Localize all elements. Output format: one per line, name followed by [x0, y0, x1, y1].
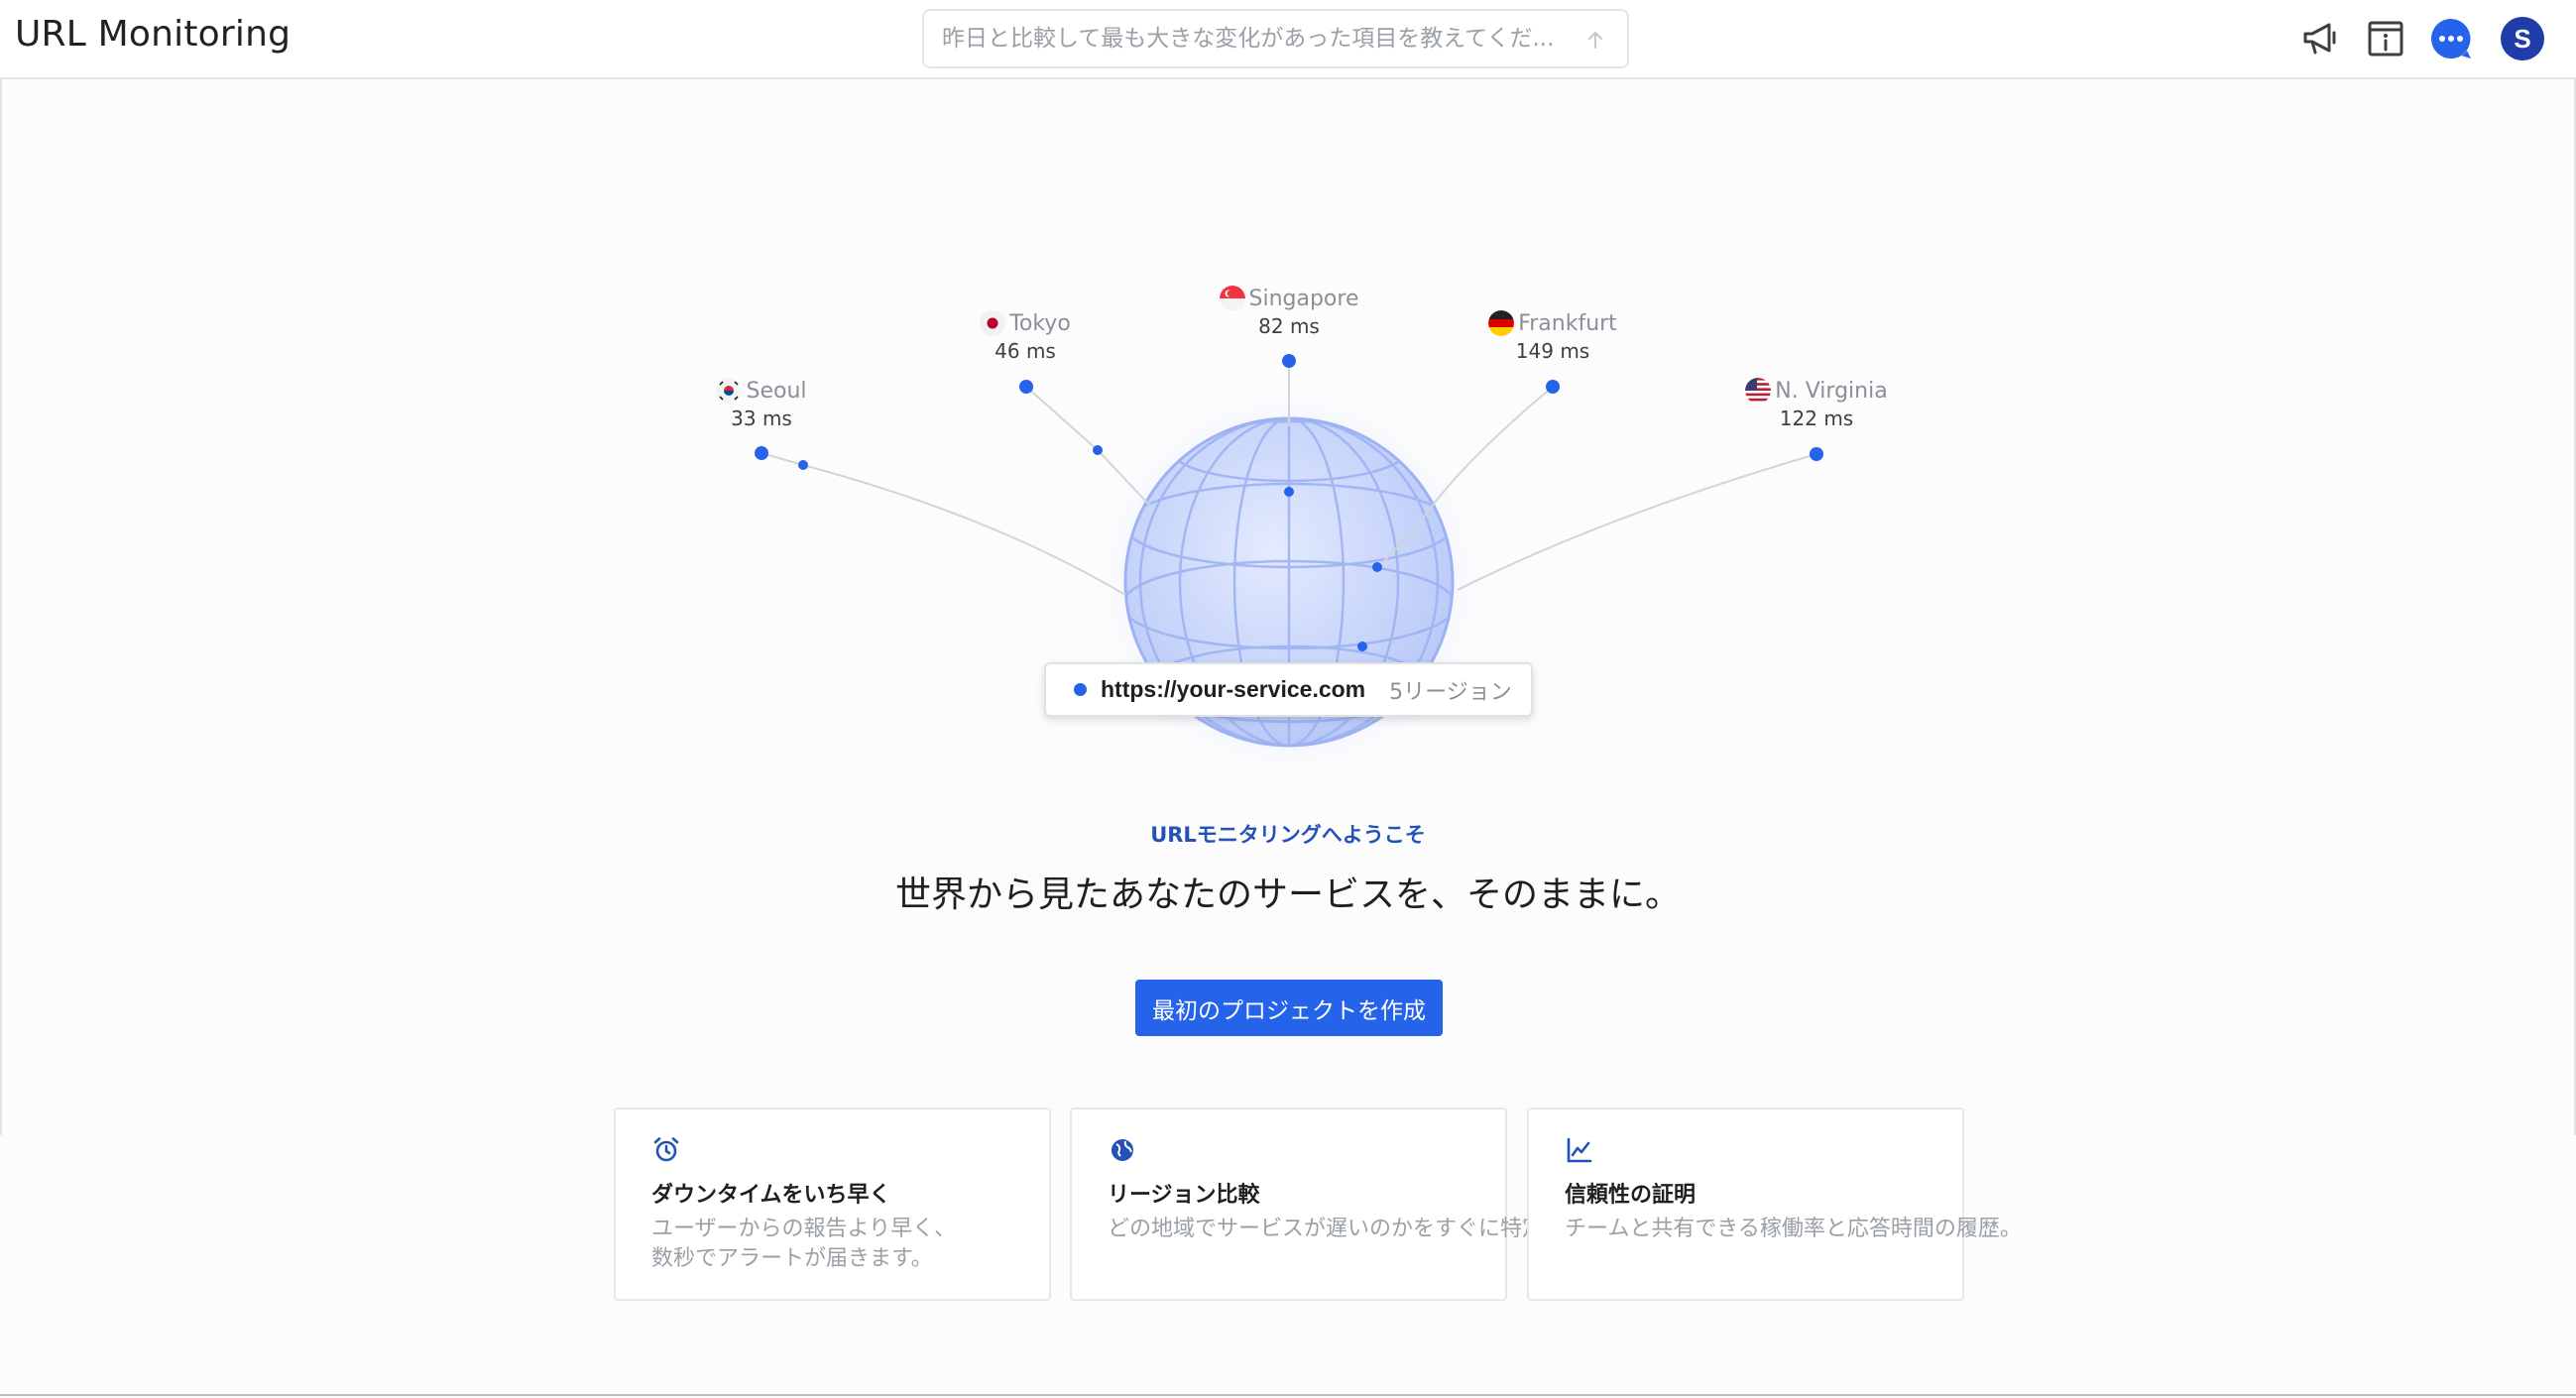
singapore-dot [1282, 354, 1296, 368]
region-singapore: Singapore 82 ms [1150, 285, 1428, 338]
welcome-kicker: URLモニタリングへようこそ [1150, 823, 1426, 847]
bottom-border [0, 1394, 2576, 1396]
feature-card-reliability: 信頼性の証明 チームと共有できる稼働率と応答時間の履歴。 [1527, 1107, 2022, 1301]
url-monitoring-page: URL Monitoring 昨日と比較して最も大きな変化があった項目を教えてく… [0, 0, 2576, 1398]
ask-ai-input[interactable] [942, 21, 1557, 57]
info-panel-button[interactable] [2363, 16, 2408, 61]
status-dot [1074, 683, 1087, 696]
ask-ai-box [922, 9, 1629, 68]
tokyo-dot-relay [1093, 445, 1103, 455]
line-chart-icon [1567, 1137, 1592, 1163]
seoul-dot-relay [798, 460, 808, 470]
frankfurt-dot [1546, 380, 1560, 394]
chat-bubble-icon [2431, 19, 2471, 58]
feature-title: ダウンタイムをいち早く [651, 1183, 891, 1208]
left-border [0, 79, 2, 1135]
singapore-flag-icon [1219, 286, 1245, 311]
virginia-dot [1810, 447, 1823, 461]
globe-icon [1112, 1139, 1133, 1161]
region-name: Seoul [746, 378, 807, 404]
seoul-dot [755, 446, 768, 460]
megaphone-icon [2303, 23, 2336, 55]
feature-card-region-compare: リージョン比較 どの地域でサービスが遅いのかをすぐに特定。 [1070, 1107, 1566, 1301]
region-frankfurt: Frankfurt 149 ms [1414, 309, 1692, 363]
feature-title: 信頼性の証明 [1565, 1183, 1697, 1208]
feature-description: チームと共有できる稼働率と応答時間の履歴。 [1565, 1217, 2022, 1241]
germany-flag-icon [1488, 310, 1515, 336]
region-latency: 122 ms [1779, 407, 1854, 430]
region-name: N. Virginia [1775, 378, 1888, 404]
region-n-virginia: N. Virginia 122 ms [1678, 377, 1955, 430]
region-latency: 149 ms [1515, 339, 1590, 363]
route-line-frankfurt [1377, 386, 1554, 568]
region-name: Singapore [1248, 286, 1359, 311]
korea-flag-icon [716, 378, 743, 404]
info-panel-icon [2368, 21, 2403, 57]
region-latency: 82 ms [1258, 314, 1320, 338]
arrow-up-icon [1588, 32, 1602, 49]
route-line-seoul [761, 452, 1126, 596]
app-title: URL Monitoring [15, 14, 292, 55]
hero-headline: 世界から見たあなたのサービスを、そのままに。 [894, 874, 1681, 915]
route-line-tokyo [1025, 386, 1151, 507]
region-name: Tokyo [1009, 310, 1071, 336]
feature-card-downtime: ダウンタイムをいち早く ユーザーからの報告より早く、 数秒でアラートが届きます。 [614, 1107, 1051, 1301]
virginia-dot-inner [1357, 641, 1367, 651]
feature-description: どの地域でサービスが遅いのかをすぐに特定。 [1108, 1217, 1567, 1241]
feature-description: ユーザーからの報告より早く、 数秒でアラートが届きます。 [651, 1217, 957, 1271]
user-avatar[interactable]: S [2501, 17, 2544, 60]
send-button[interactable] [1581, 25, 1610, 55]
region-latency: 33 ms [731, 407, 792, 430]
japan-flag-icon [980, 310, 1006, 336]
region-name: Frankfurt [1518, 310, 1617, 336]
region-tokyo: Tokyo 46 ms [886, 309, 1164, 363]
region-seoul: Seoul 33 ms [623, 377, 900, 430]
target-url: https://your-service.com [1101, 676, 1366, 702]
chat-button[interactable] [2428, 16, 2474, 61]
frankfurt-dot-inner [1372, 562, 1382, 572]
feature-title: リージョン比較 [1108, 1183, 1260, 1208]
tokyo-dot [1019, 380, 1033, 394]
alarm-clock-icon [653, 1137, 679, 1162]
region-count: 5リージョン [1389, 679, 1512, 705]
route-line-virginia [1457, 453, 1817, 591]
top-bar: URL Monitoring 昨日と比較して最も大きな変化があった項目を教えてく… [0, 0, 2576, 79]
region-latency: 46 ms [995, 339, 1056, 363]
create-first-project-button[interactable]: 最初のプロジェクトを作成 [1135, 980, 1443, 1036]
target-url-chip: https://your-service.com 5リージョン [1044, 662, 1533, 717]
usa-flag-icon [1745, 378, 1772, 404]
singapore-dot-inner [1284, 487, 1294, 497]
announcements-button[interactable] [2298, 16, 2344, 61]
